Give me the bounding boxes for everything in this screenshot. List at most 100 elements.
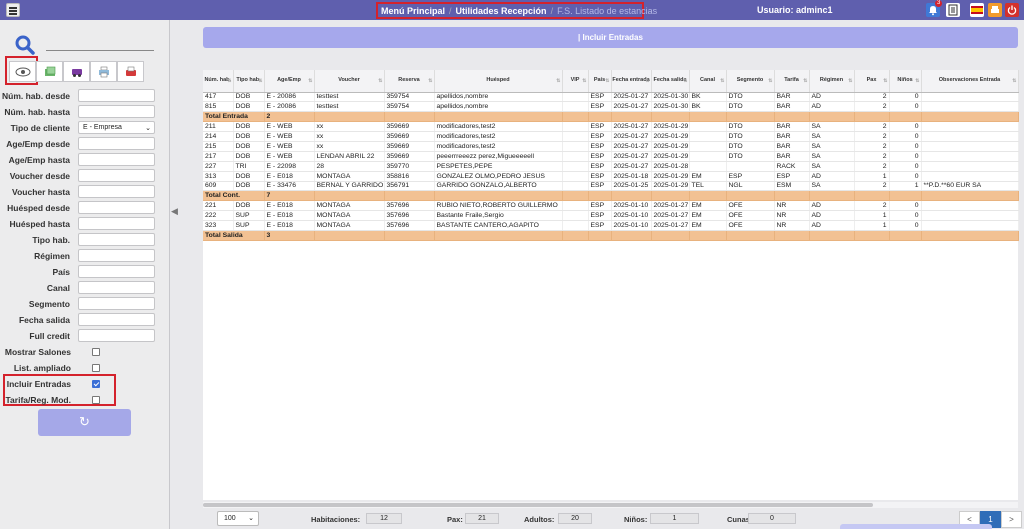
column-header[interactable]: Tipo hab. ⇅ (233, 70, 265, 93)
table-row[interactable]: 227 TRI E - 22098 28 359770 PESPETES,PEPE ESP 2… (203, 161, 1019, 172)
table-row[interactable]: 313 DOB E - E018 MONTAGA 358816 GONZALEZ OLMO… (203, 171, 1019, 182)
table-row[interactable]: 217 DOB E - WEB LENDAN ABRIL 22 359669 peeerr… (203, 151, 1019, 162)
table-cell: DOB (233, 151, 265, 162)
filter-input[interactable] (78, 185, 155, 198)
column-header[interactable]: País ⇅ (588, 70, 612, 93)
filter-input[interactable] (78, 329, 155, 342)
column-header[interactable]: Canal ⇅ (689, 70, 727, 93)
money-icon[interactable] (36, 61, 63, 82)
search-input[interactable] (46, 50, 154, 51)
checkbox[interactable] (92, 348, 100, 356)
table-row[interactable]: 417 DOB E - 20086 testtest 359754 apellidos,n… (203, 92, 1019, 103)
column-header[interactable]: Pax ⇅ (854, 70, 890, 93)
fax-icon[interactable] (117, 61, 144, 82)
printer-list-icon[interactable] (90, 61, 117, 82)
spain-flag-icon[interactable] (970, 3, 984, 17)
table-cell: E - E018 (264, 200, 315, 212)
column-header[interactable]: Régimen ⇅ (809, 70, 855, 93)
bottom-action-button[interactable] (840, 524, 992, 529)
table-cell (689, 141, 727, 152)
table-cell (854, 190, 890, 202)
table-cell (562, 190, 589, 202)
table-row[interactable]: 609 DOB E - 33476 BERNAL Y GARRIDO 356791 GAR… (203, 181, 1019, 192)
table-row[interactable]: 222 SUP E - E018 MONTAGA 357696 Bastante Frai… (203, 210, 1019, 222)
column-header[interactable]: VIP ⇅ (562, 70, 589, 93)
column-header[interactable]: Age/Emp ⇅ (264, 70, 315, 93)
filter-input[interactable] (78, 153, 155, 166)
breadcrumb-utilidades-recepcion[interactable]: Utilidades Recepción (456, 6, 547, 16)
sort-icon: ⇅ (645, 78, 650, 84)
table-row[interactable]: 211 DOB E - WEB xx 359669 modificadores,test2… (203, 121, 1019, 133)
scrollbar-thumb[interactable] (203, 503, 873, 507)
table-cell: NR (774, 220, 810, 231)
sort-icon: ⇅ (848, 78, 853, 84)
table-cell: 2025-01-27 (611, 101, 652, 113)
chevron-down-icon: ⌄ (248, 515, 254, 522)
table-cell: GARRIDO GONZALO,ALBERTO (434, 181, 563, 192)
table-row[interactable]: 214 DOB E - WEB xx 359669 modificadores,test2… (203, 131, 1019, 142)
column-header[interactable]: Núm. hab. ⇅ (203, 70, 234, 93)
column-header[interactable]: Niños ⇅ (889, 70, 922, 93)
table-cell (611, 190, 652, 202)
checkbox[interactable] (92, 396, 100, 404)
filter-input[interactable] (78, 89, 155, 102)
notification-bell-icon[interactable]: 3 (926, 0, 943, 17)
column-header[interactable]: Tarifa ⇅ (774, 70, 810, 93)
tipo-cliente-select[interactable]: E - Empresa ⌄ (78, 121, 155, 134)
column-header[interactable]: Voucher ⇅ (314, 70, 385, 93)
hamburger-menu-icon[interactable] (6, 3, 20, 17)
column-header[interactable]: Fecha salida ⇅ (651, 70, 690, 93)
checkbox[interactable] (92, 380, 100, 388)
power-icon[interactable] (1005, 3, 1019, 17)
table-cell: 0 (889, 220, 922, 231)
checkbox-row: List. ampliado (0, 361, 170, 375)
table-cell: E - E018 (264, 171, 315, 182)
breadcrumb-menu-principal[interactable]: Menú Principal (381, 6, 445, 16)
table-cell: 417 (203, 92, 234, 103)
filter-input[interactable] (78, 201, 155, 214)
table-cell (562, 151, 589, 162)
filter-input[interactable] (78, 249, 155, 262)
column-header[interactable]: Segmento ⇅ (726, 70, 775, 93)
page-size-select[interactable]: 100 ⌄ (217, 511, 259, 526)
filter-input[interactable] (78, 217, 155, 230)
refresh-button[interactable]: ↻ (38, 409, 131, 436)
table-row[interactable]: 221 DOB E - E018 MONTAGA 357696 RUBIO NIETO,R… (203, 200, 1019, 212)
car-icon[interactable] (63, 61, 90, 82)
filter-row: Fecha salida (0, 313, 170, 327)
filter-input[interactable] (78, 233, 155, 246)
table-row[interactable]: 323 SUP E - E018 MONTAGA 357696 BASTANTE CANT… (203, 220, 1019, 231)
table-cell: testtest (314, 101, 385, 113)
table-cell: E - WEB (264, 131, 315, 142)
table-cell: E - 20086 (264, 101, 315, 113)
pager-next[interactable]: > (1001, 511, 1022, 528)
printer-icon[interactable] (988, 3, 1002, 17)
table-cell (921, 171, 1019, 182)
column-header[interactable]: Fecha entrada ⇅ (611, 70, 652, 93)
filter-input[interactable] (78, 105, 155, 118)
filter-input[interactable] (78, 169, 155, 182)
filter-row: Voucher hasta (0, 185, 170, 199)
filter-input[interactable] (78, 265, 155, 278)
sort-icon: ⇅ (915, 78, 920, 84)
filter-input[interactable] (78, 313, 155, 326)
table-cell: apellidos,nombre (434, 92, 563, 103)
table-cell (689, 151, 727, 162)
collapse-sidebar-icon[interactable]: ◀ (171, 206, 179, 220)
table-row[interactable]: 215 DOB E - WEB xx 359669 modificadores,test2… (203, 141, 1019, 152)
table-cell: DOB (233, 171, 265, 182)
filter-input[interactable] (78, 137, 155, 150)
checkbox[interactable] (92, 364, 100, 372)
top-bar: Menú Principal / Utilidades Recepción / F.S.… (0, 0, 1024, 20)
table-cell: AD (809, 210, 855, 222)
column-header[interactable]: Observaciones Entrada ⇅ (921, 70, 1019, 93)
table-cell: BK (689, 92, 727, 103)
table-cell: 221 (203, 200, 234, 212)
document-list-icon[interactable] (946, 3, 960, 17)
column-header[interactable]: Huésped ⇅ (434, 70, 563, 93)
table-row[interactable]: 815 DOB E - 20086 testtest 359754 apellidos,n… (203, 101, 1019, 113)
eye-icon[interactable] (9, 61, 36, 82)
column-header[interactable]: Reserva ⇅ (384, 70, 435, 93)
filter-input[interactable] (78, 281, 155, 294)
filter-input[interactable] (78, 297, 155, 310)
